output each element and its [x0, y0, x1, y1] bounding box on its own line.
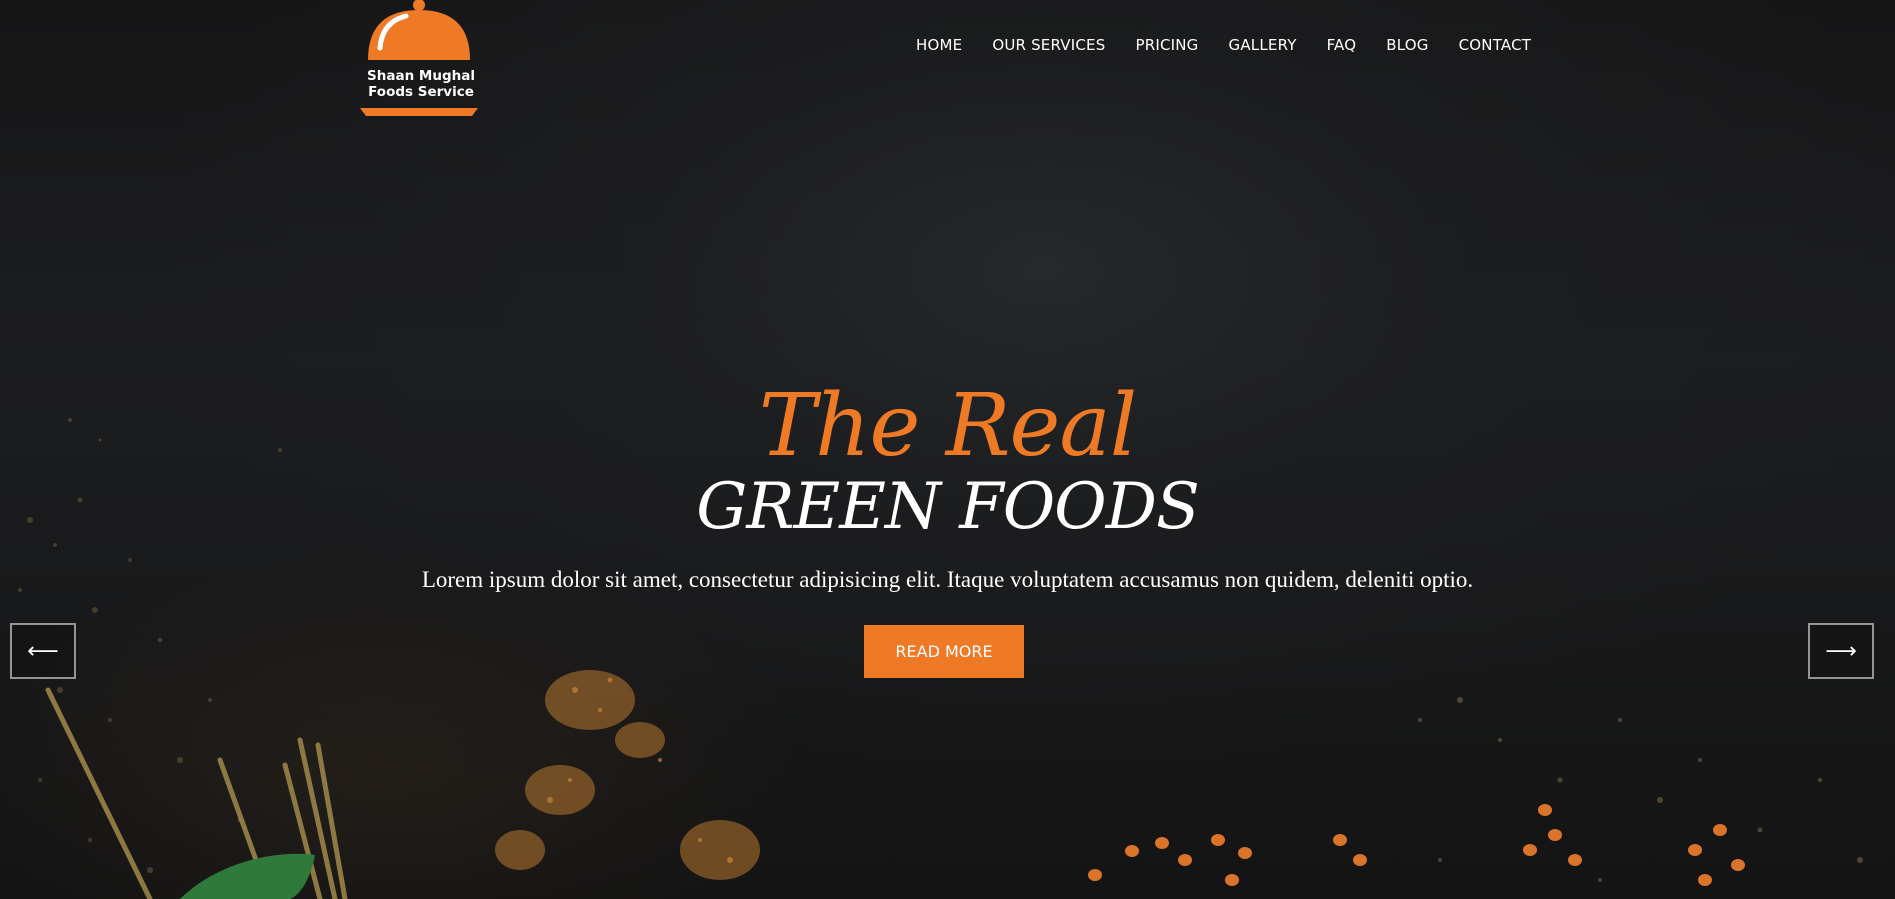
hero-title: GREEN FOODS	[696, 470, 1200, 544]
nav-item-our-services[interactable]: OUR SERVICES	[992, 36, 1105, 54]
slider-prev-button[interactable]: ⟵	[10, 623, 76, 679]
nav-item-contact[interactable]: CONTACT	[1459, 36, 1532, 54]
arrow-right-icon: ⟶	[1825, 638, 1857, 664]
brand-name-line1: Shaan Mughal	[367, 68, 475, 84]
arrow-left-icon: ⟵	[27, 638, 59, 664]
nav-item-pricing[interactable]: PRICING	[1135, 36, 1198, 54]
hero-slider: Shaan Mughal Foods Service HOME OUR SERV…	[0, 0, 1895, 899]
read-more-button[interactable]: READ MORE	[864, 625, 1024, 678]
hero-title-accent: The Real	[758, 376, 1137, 476]
cloche-icon	[360, 0, 478, 116]
nav-item-faq[interactable]: FAQ	[1327, 36, 1357, 54]
brand-name-line2: Foods Service	[368, 84, 474, 100]
slider-next-button[interactable]: ⟶	[1808, 623, 1874, 679]
nav-item-gallery[interactable]: GALLERY	[1229, 36, 1297, 54]
nav-item-blog[interactable]: BLOG	[1386, 36, 1428, 54]
brand-name: Shaan Mughal Foods Service	[360, 68, 482, 100]
main-nav: HOME OUR SERVICES PRICING GALLERY FAQ BL…	[916, 36, 1531, 54]
nav-item-home[interactable]: HOME	[916, 36, 962, 54]
hero-subtitle: Lorem ipsum dolor sit amet, consectetur …	[421, 567, 1474, 592]
logo[interactable]: Shaan Mughal Foods Service	[358, 0, 484, 118]
